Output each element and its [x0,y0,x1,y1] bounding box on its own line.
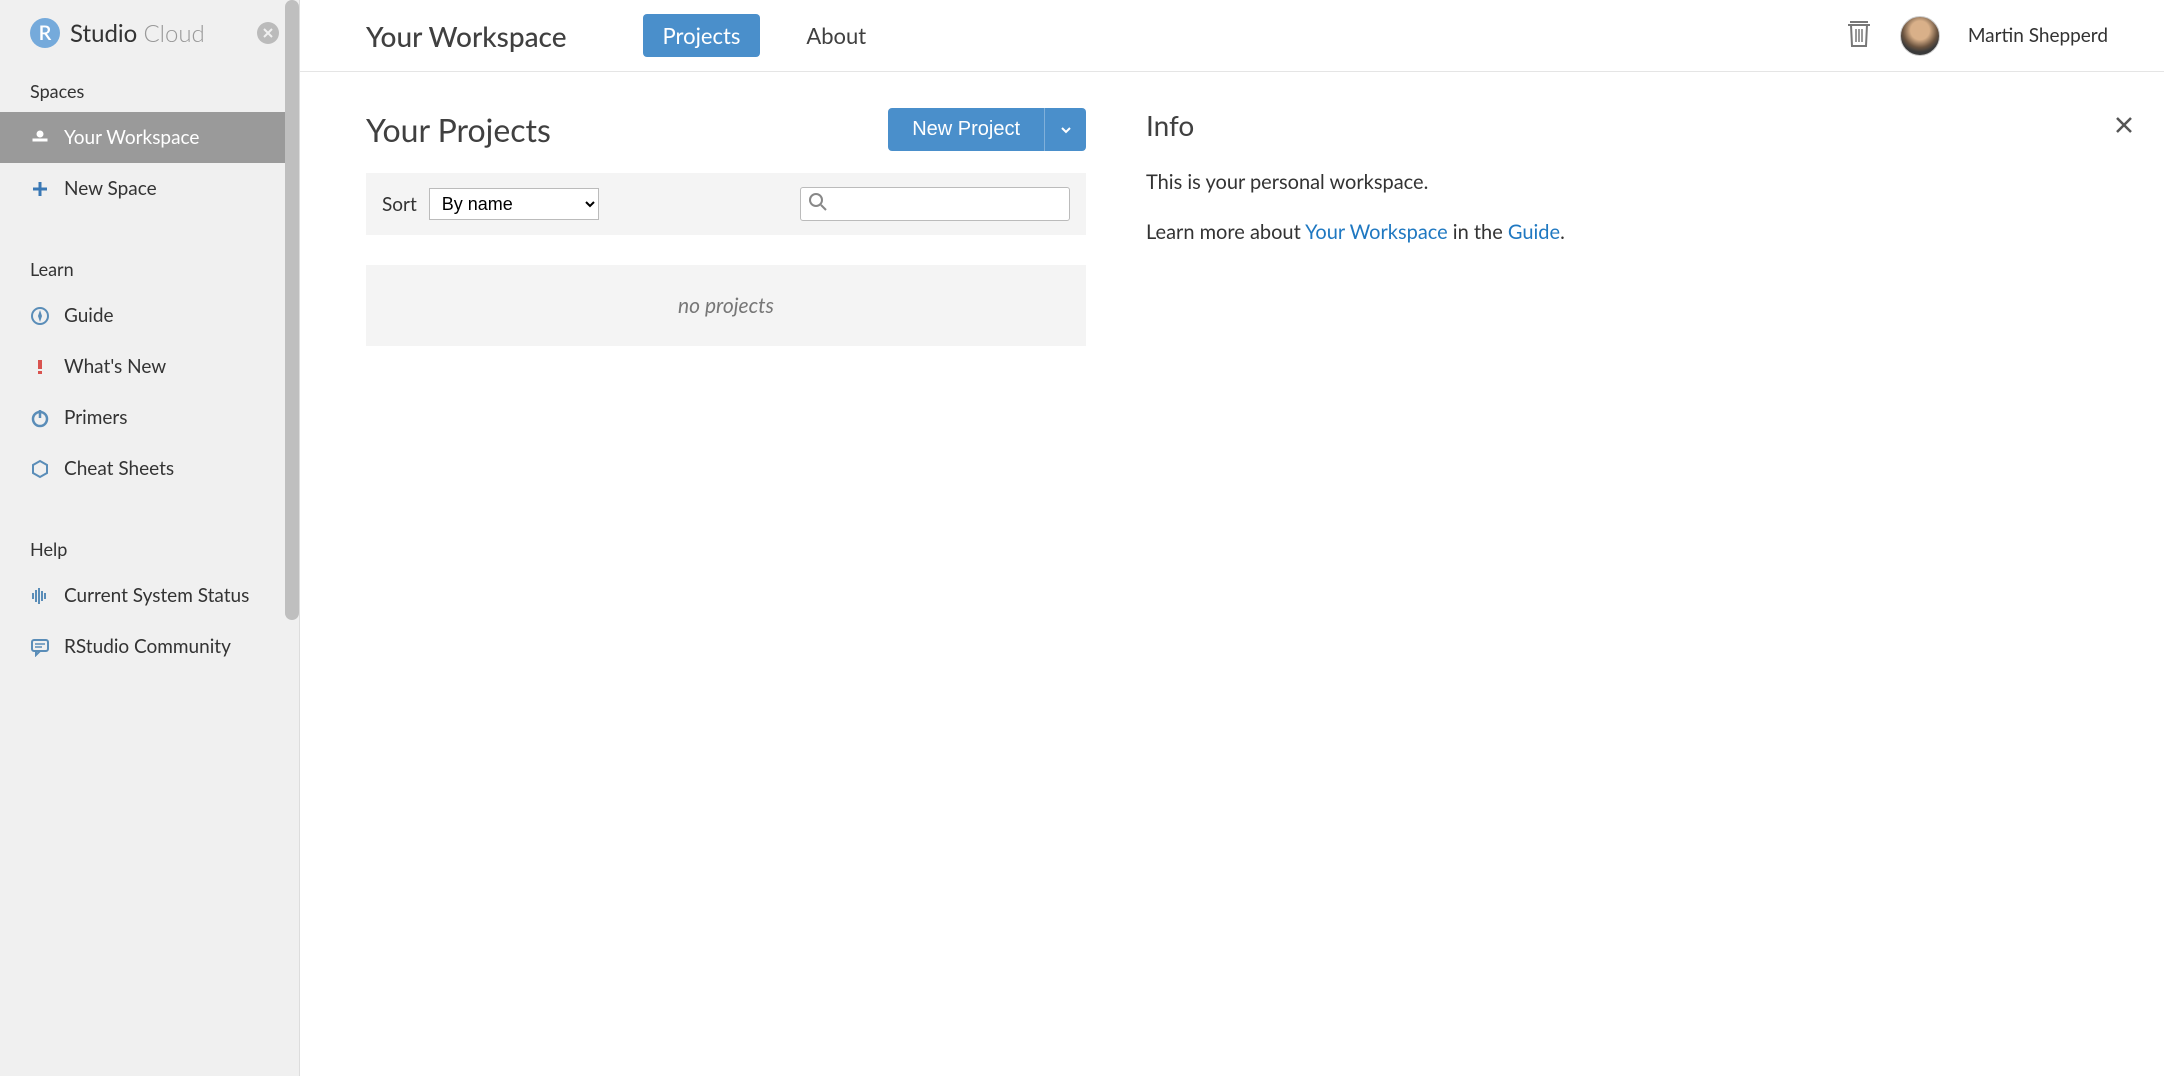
info-paragraph-2: Learn more about Your Workspace in the G… [1146,216,2134,248]
sidebar-item-label: New Space [64,177,157,200]
sidebar-item-system-status[interactable]: Current System Status [0,570,299,621]
new-project-button[interactable]: New Project [888,108,1044,151]
sidebar-section-spaces: Spaces [0,66,299,112]
sidebar-item-rstudio-community[interactable]: RStudio Community [0,621,299,672]
sort-label: Sort [382,193,417,216]
brand-name: Studio Cloud [70,19,205,48]
trash-icon[interactable] [1846,19,1872,53]
pulse-icon [30,586,50,606]
brand: R Studio Cloud [0,0,299,66]
brand-logo-icon: R [30,18,60,48]
new-project-dropdown[interactable] [1044,108,1086,151]
hexagon-icon [30,459,50,479]
sidebar-scrollbar[interactable] [285,0,299,620]
new-project-group: New Project [888,108,1086,151]
main: Your Workspace Projects About Martin She… [300,0,2164,1076]
sort-select[interactable]: By name [429,188,599,220]
info-panel: Info This is your personal workspace. Le… [1146,108,2134,346]
exclamation-icon [30,357,50,377]
empty-projects-message: no projects [366,265,1086,346]
tab-projects[interactable]: Projects [643,14,761,57]
search-input[interactable] [800,187,1070,221]
sidebar: R Studio Cloud Spaces Your Workspace New… [0,0,300,1076]
workspace-icon [30,128,50,148]
chat-icon [30,637,50,657]
sidebar-section-learn: Learn [0,244,299,290]
sidebar-item-your-workspace[interactable]: Your Workspace [0,112,299,163]
avatar[interactable] [1900,16,1940,56]
projects-title: Your Projects [366,110,551,149]
info-body: This is your personal workspace. Learn m… [1146,166,2134,248]
workspace-title: Your Workspace [366,19,567,53]
sidebar-item-label: Your Workspace [64,126,199,149]
sidebar-item-guide[interactable]: Guide [0,290,299,341]
sidebar-item-label: Current System Status [64,584,249,607]
brand-name-light: Cloud [143,19,204,48]
plus-icon [30,179,50,199]
sidebar-item-label: Primers [64,406,127,429]
sidebar-item-primers[interactable]: Primers [0,392,299,443]
info-paragraph-1: This is your personal workspace. [1146,166,2134,198]
tab-about[interactable]: About [786,14,886,57]
info-title: Info [1146,108,1194,142]
search-icon [808,192,828,216]
info-link-workspace[interactable]: Your Workspace [1305,220,1448,244]
brand-name-strong: Studio [70,19,137,48]
sidebar-collapse-button[interactable] [257,22,279,44]
sidebar-section-help: Help [0,524,299,570]
topbar: Your Workspace Projects About Martin She… [300,0,2164,72]
info-close-button[interactable] [2114,109,2134,141]
projects-toolbar: Sort By name [366,173,1086,235]
sidebar-item-label: Guide [64,304,114,327]
sidebar-item-label: Cheat Sheets [64,457,174,480]
close-icon [2114,115,2134,135]
sidebar-item-label: What's New [64,355,166,378]
power-icon [30,408,50,428]
sidebar-item-whats-new[interactable]: What's New [0,341,299,392]
info-link-guide[interactable]: Guide [1508,220,1560,244]
username[interactable]: Martin Shepperd [1968,24,2108,47]
projects-panel: Your Projects New Project Sort By name [366,108,1086,346]
sidebar-item-cheat-sheets[interactable]: Cheat Sheets [0,443,299,494]
sidebar-item-new-space[interactable]: New Space [0,163,299,214]
chevron-down-icon [1059,123,1073,137]
sidebar-item-label: RStudio Community [64,635,231,658]
compass-icon [30,306,50,326]
